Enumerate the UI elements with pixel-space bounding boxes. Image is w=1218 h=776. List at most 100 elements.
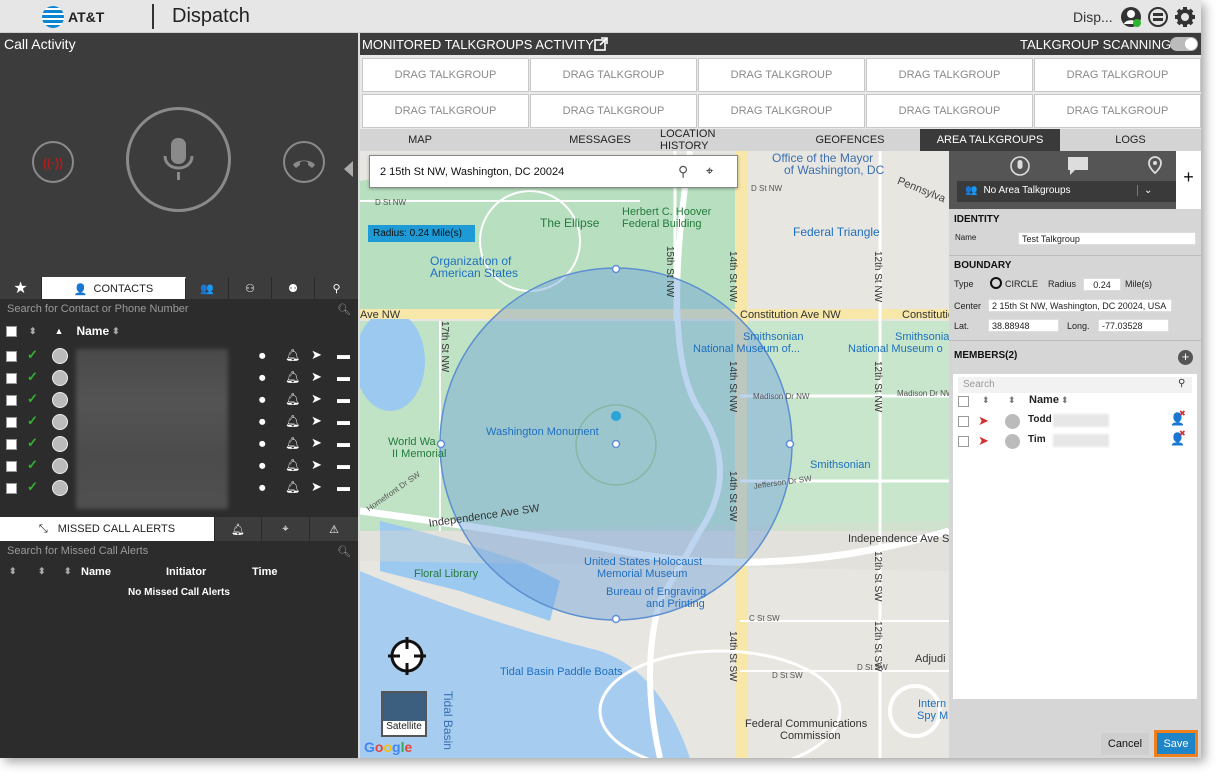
tab-logs[interactable]: LOGS — [1060, 129, 1201, 151]
member-checkbox[interactable] — [958, 436, 969, 447]
contact-row[interactable]: ✓ ⏺ 🔔︎ ➤ ▬ — [0, 367, 358, 389]
message-icon[interactable]: ▬ — [337, 369, 350, 384]
crosshair-locate-icon[interactable] — [386, 635, 428, 677]
select-all-checkbox[interactable] — [6, 325, 17, 337]
alert-icon[interactable]: 🔔︎ — [285, 436, 300, 450]
ptt-call-icon[interactable]: ⏺ — [259, 392, 266, 408]
network-icon[interactable] — [1147, 6, 1169, 28]
alert-icon[interactable]: 🔔︎ — [285, 414, 300, 428]
location-pin-icon[interactable]: ⌖ — [706, 163, 713, 179]
tab-talkgroups[interactable]: ⚇ — [229, 277, 272, 299]
alert-icon[interactable]: 🔔︎ — [285, 370, 300, 384]
tab-missed-call-alerts[interactable]: ⤡ MISSED CALL ALERTS — [0, 517, 215, 541]
save-button[interactable]: Save — [1154, 730, 1198, 757]
scanning-toggle[interactable] — [1170, 37, 1198, 51]
map-view[interactable]: 2 15th St NW, Washington, DC 20024 ⚲ ⌖ R… — [360, 151, 949, 758]
search-icon[interactable]: 🔍︎ — [337, 303, 351, 316]
location-icon[interactable]: ➤ — [311, 479, 322, 495]
talkgroup-slot[interactable]: DRAG TALKGROUP — [1034, 94, 1201, 128]
long-field[interactable]: -77.03528 — [1098, 319, 1169, 332]
location-icon[interactable] — [1144, 155, 1166, 177]
message-icon[interactable]: ▬ — [337, 413, 350, 428]
talkgroup-slot[interactable]: DRAG TALKGROUP — [698, 94, 865, 128]
message-icon[interactable]: ▬ — [337, 435, 350, 450]
talkgroup-slot[interactable]: DRAG TALKGROUP — [866, 58, 1033, 92]
select-all-members-checkbox[interactable] — [958, 396, 969, 407]
cancel-button[interactable]: Cancel — [1101, 733, 1149, 755]
add-member-button[interactable]: + — [1178, 350, 1193, 365]
tab-area-talkgroups[interactable]: AREA TALKGROUPS — [920, 129, 1060, 151]
lat-field[interactable]: 38.88948 — [988, 319, 1059, 332]
contact-checkbox[interactable] — [6, 417, 17, 428]
tab-groups[interactable]: 👥 — [186, 277, 229, 299]
search-icon[interactable]: ⚲ — [678, 163, 688, 180]
missed-search-input[interactable]: Search for Missed Call Alerts 🔍︎ — [0, 541, 358, 563]
sort-icon[interactable]: ⬍ — [38, 566, 46, 577]
message-icon[interactable]: ▬ — [337, 347, 350, 362]
chevron-down-icon[interactable]: ⌄ — [1137, 185, 1152, 196]
contact-row[interactable]: ✓ ⏺ 🔔︎ ➤ ▬ — [0, 433, 358, 455]
contact-row[interactable]: ✓ ⏺ 🔔︎ ➤ ▬ — [0, 389, 358, 411]
location-icon[interactable]: ➤ — [311, 413, 322, 429]
ptt-call-icon[interactable]: ⏺ — [259, 458, 266, 474]
add-area-talkgroup-button[interactable]: + — [1176, 151, 1201, 209]
location-icon[interactable]: ➤ — [311, 369, 322, 385]
name-sort-icon[interactable]: ⬍ — [112, 326, 120, 337]
location-icon[interactable]: ➤ — [311, 435, 322, 451]
sort-icon[interactable]: ⬍ — [1008, 395, 1016, 406]
satellite-toggle[interactable]: Satellite — [381, 691, 427, 737]
contact-row[interactable]: ✓ ⏺ 🔔︎ ➤ ▬ — [0, 411, 358, 433]
talkgroup-slot[interactable]: DRAG TALKGROUP — [362, 94, 529, 128]
contact-checkbox[interactable] — [6, 461, 17, 472]
alert-icon[interactable]: 🔔︎ — [285, 480, 300, 494]
contact-checkbox[interactable] — [6, 483, 17, 494]
ptt-button[interactable] — [126, 107, 231, 212]
contact-row[interactable]: ✓ ⏺ 🔔︎ ➤ ▬ — [0, 477, 358, 499]
talkgroup-slot[interactable]: DRAG TALKGROUP — [530, 58, 697, 92]
ptt-call-icon[interactable]: ⏺ — [259, 436, 266, 452]
user-name[interactable]: Disp... — [1073, 9, 1113, 25]
tab-favorites[interactable]: ★ — [0, 277, 42, 299]
center-field[interactable]: 2 15th St NW, Washington, DC 20024, USA — [988, 299, 1172, 312]
location-icon[interactable]: ➤ — [311, 457, 322, 473]
search-icon[interactable]: ⚲ — [1178, 378, 1185, 389]
talkgroup-slot[interactable]: DRAG TALKGROUP — [530, 94, 697, 128]
message-icon[interactable] — [1066, 155, 1090, 177]
ptt-call-icon[interactable]: ⏺ — [259, 414, 266, 430]
missed-col-name[interactable]: Name — [81, 566, 111, 578]
tab-contacts[interactable]: 👤 CONTACTS — [42, 277, 186, 299]
contact-row[interactable]: ✓ ⏺ 🔔︎ ➤ ▬ — [0, 455, 358, 477]
remove-member-icon[interactable]: 👤 ✖ — [1170, 409, 1186, 426]
name-sort-icon[interactable]: ⬍ — [1061, 395, 1069, 406]
tab-map[interactable]: MAP — [360, 129, 486, 276]
message-icon[interactable]: ▬ — [337, 391, 350, 406]
contact-row[interactable]: ✓ ⏺ 🔔︎ ➤ ▬ — [0, 345, 358, 367]
talkgroup-slot[interactable]: DRAG TALKGROUP — [698, 58, 865, 92]
contact-search-input[interactable]: Search for Contact or Phone Number 🔍︎ — [0, 299, 358, 321]
area-talkgroup-select[interactable]: 👥 No Area Talkgroups ⌄ — [957, 181, 1176, 202]
member-row[interactable]: ➤ Tim 👤 ✖ — [953, 429, 1197, 452]
missed-col-initiator[interactable]: Initiator — [166, 566, 206, 578]
tab-location-history[interactable]: LOCATION HISTORY — [660, 128, 760, 152]
emergency-call-button[interactable]: ((·)) — [32, 141, 74, 183]
tab-alerts[interactable]: 🔔︎ — [215, 517, 262, 541]
sort-icon[interactable]: ⬍ — [29, 326, 37, 337]
message-icon[interactable]: ▬ — [337, 479, 350, 494]
alert-icon[interactable]: 🔔︎ — [285, 348, 300, 362]
members-search-input[interactable]: Search ⚲ — [958, 377, 1192, 393]
alert-icon[interactable]: 🔔︎ — [285, 458, 300, 472]
sort-icon[interactable]: ⬍ — [64, 566, 72, 577]
tab-messages[interactable]: MESSAGES — [480, 129, 660, 151]
talkgroup-slot[interactable]: DRAG TALKGROUP — [362, 58, 529, 92]
tab-emergency-alerts[interactable]: ⚠ — [310, 517, 358, 541]
end-call-button[interactable] — [283, 141, 325, 183]
ptt-mic-icon[interactable] — [1009, 155, 1031, 177]
ptt-call-icon[interactable]: ⏺ — [259, 370, 266, 386]
tab-geofences[interactable]: GEOFENCES — [760, 129, 920, 151]
member-row[interactable]: ➤ Todd 👤 ✖ — [953, 409, 1197, 432]
sort-up-icon[interactable]: ▲ — [55, 326, 64, 336]
contact-checkbox[interactable] — [6, 395, 17, 406]
user-status-icon[interactable] — [1120, 6, 1142, 28]
ptt-call-icon[interactable]: ⏺ — [259, 480, 266, 496]
ptt-call-icon[interactable]: ⏺ — [259, 348, 266, 364]
